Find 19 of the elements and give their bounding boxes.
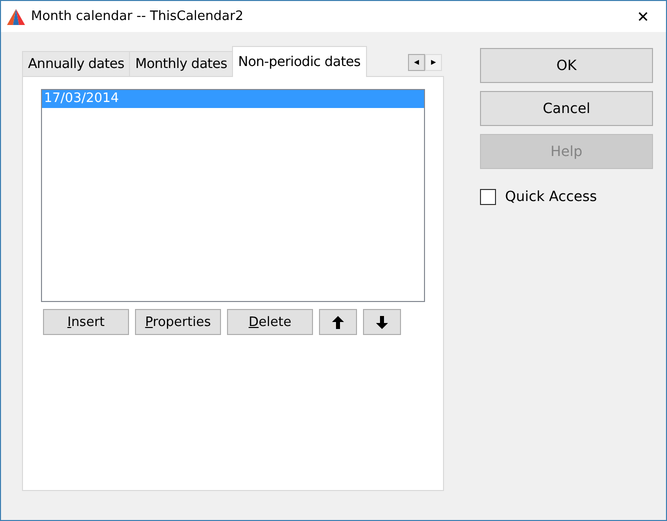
arrow-up-icon: [332, 316, 344, 328]
app-logo-icon: [7, 8, 25, 24]
list-button[interactable]: Properties: [135, 309, 221, 335]
dialog-button[interactable]: Cancel: [480, 91, 653, 126]
tab-scroll-button[interactable]: ▸: [425, 54, 442, 71]
checkbox-label: Quick Access: [505, 189, 597, 205]
arrow-down-icon: [376, 316, 388, 328]
tab[interactable]: Non-periodic dates: [232, 46, 366, 77]
dialog-button[interactable]: OK: [480, 48, 653, 83]
list-button[interactable]: Insert: [43, 309, 129, 335]
move-up-button[interactable]: [319, 309, 357, 335]
checkbox[interactable]: [480, 189, 496, 205]
tab[interactable]: Annually dates: [22, 51, 130, 76]
window-title: Month calendar -- ThisCalendar2: [31, 9, 244, 24]
list-button[interactable]: Delete: [227, 309, 313, 335]
tab-scroll-button[interactable]: ◂: [408, 54, 425, 71]
close-button[interactable]: ✕: [620, 1, 666, 32]
move-down-button[interactable]: [363, 309, 401, 335]
tab[interactable]: Monthly dates: [129, 51, 234, 76]
